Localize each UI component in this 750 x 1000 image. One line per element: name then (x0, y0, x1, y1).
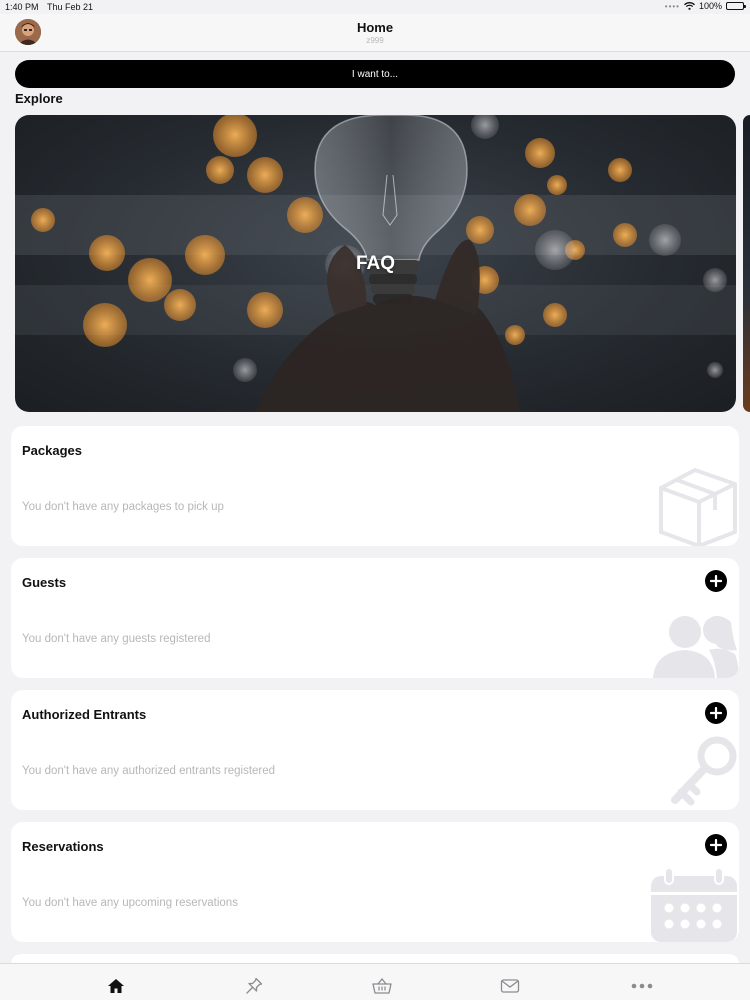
page-title: Home (356, 20, 394, 35)
nav-header: Home z999 (0, 14, 750, 52)
battery-percent: 100% (698, 1, 722, 11)
next-explore-card[interactable] (743, 115, 750, 412)
key-icon (671, 736, 737, 806)
i-want-to-button[interactable]: I want to... (15, 60, 735, 88)
reservations-empty-message: You don't have any upcoming reservations (22, 897, 238, 909)
people-icon (653, 616, 739, 678)
tab-bar (0, 963, 750, 1000)
signal-icon: •••• (664, 1, 680, 11)
mail-icon (500, 979, 520, 993)
faq-card[interactable]: FAQ (15, 115, 736, 412)
status-date: Thu Feb 21 (47, 2, 94, 12)
tab-more[interactable] (630, 976, 654, 996)
tab-home[interactable] (104, 976, 128, 996)
authorized-entrants-card[interactable]: Authorized Entrants You don't have any a… (11, 690, 739, 810)
authorized-entrants-empty-message: You don't have any authorized entrants r… (22, 765, 276, 777)
plus-icon (710, 575, 722, 587)
calendar-icon (651, 868, 737, 942)
more-icon (631, 983, 653, 989)
status-time: 1:40 PM (5, 2, 39, 12)
guests-title: Guests (22, 575, 67, 590)
add-guest-button[interactable] (705, 570, 727, 592)
packages-empty-message: You don't have any packages to pick up (22, 501, 224, 513)
wifi-icon (684, 2, 695, 10)
packages-title: Packages (22, 443, 82, 458)
reservations-card[interactable]: Reservations You don't have any upcoming… (11, 822, 739, 942)
basket-icon (372, 978, 392, 994)
battery-icon (726, 2, 746, 10)
tab-mail[interactable] (498, 976, 522, 996)
guests-empty-message: You don't have any guests registered (22, 633, 211, 645)
package-box-icon (659, 467, 737, 546)
explore-heading: Explore (15, 91, 63, 106)
home-icon (108, 979, 124, 993)
add-authorized-entrant-button[interactable] (705, 702, 727, 724)
faq-card-label: FAQ (355, 253, 396, 274)
page-subtitle: z999 (366, 36, 384, 45)
tab-basket[interactable] (370, 976, 394, 996)
add-reservation-button[interactable] (705, 834, 727, 856)
guests-card[interactable]: Guests You don't have any guests registe… (11, 558, 739, 678)
status-bar: 1:40 PM Thu Feb 21 •••• 100% (0, 0, 750, 14)
status-indicators: •••• 100% (664, 1, 746, 11)
authorized-entrants-title: Authorized Entrants (22, 707, 147, 722)
packages-card[interactable]: Packages You don't have any packages to … (11, 426, 739, 546)
pin-icon (246, 977, 263, 994)
reservations-title: Reservations (22, 839, 104, 854)
tab-pin[interactable] (242, 976, 266, 996)
plus-icon (710, 839, 722, 851)
plus-icon (710, 707, 722, 719)
